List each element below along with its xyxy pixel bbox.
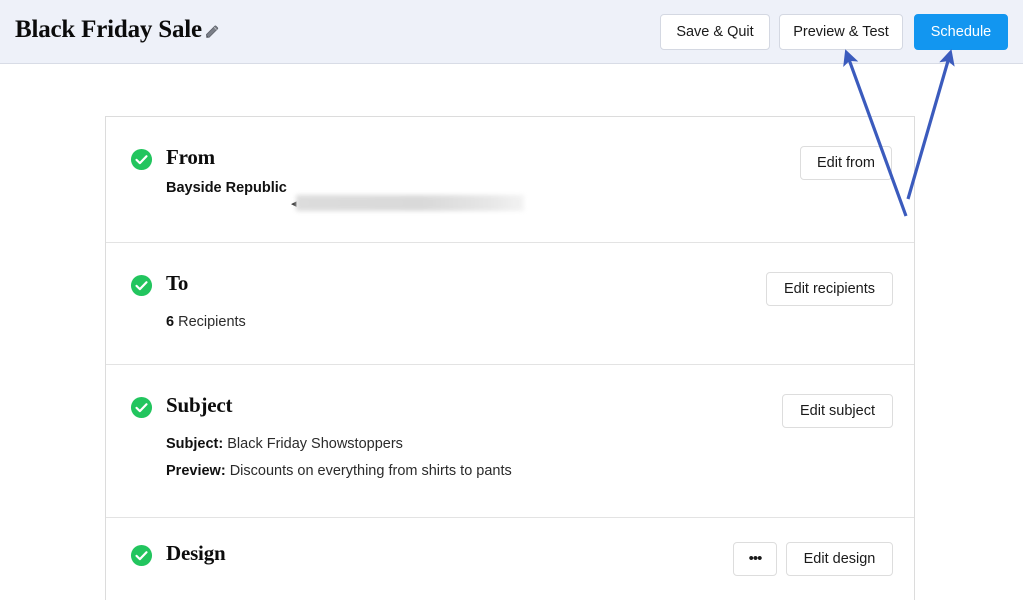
check-circle-icon bbox=[130, 544, 153, 567]
check-circle-icon bbox=[130, 274, 153, 297]
check-circle-icon bbox=[130, 148, 153, 171]
from-email-redaction bbox=[296, 195, 524, 211]
section-title-to: To bbox=[166, 271, 189, 295]
schedule-button[interactable]: Schedule bbox=[914, 14, 1008, 50]
preview-line: Preview: Discounts on everything from sh… bbox=[166, 463, 512, 479]
subject-details: Subject: Black Friday Showstoppers Previ… bbox=[106, 425, 914, 482]
to-details: 6 Recipients bbox=[106, 303, 914, 333]
preview-test-button[interactable]: Preview & Test bbox=[779, 14, 903, 50]
section-title-subject: Subject bbox=[166, 393, 233, 417]
checklist-section-from: From Edit from Bayside Republic ◂ bbox=[106, 117, 914, 243]
checklist-section-design: Design ••• Edit design bbox=[106, 518, 914, 600]
edit-recipients-button[interactable]: Edit recipients bbox=[766, 272, 893, 306]
edit-design-button[interactable]: Edit design bbox=[786, 542, 893, 576]
recipient-label: Recipients bbox=[178, 314, 246, 330]
from-sender-name: Bayside Republic bbox=[166, 180, 287, 196]
edit-subject-button[interactable]: Edit subject bbox=[782, 394, 893, 428]
preview-value: Discounts on everything from shirts to p… bbox=[229, 463, 512, 479]
recipient-count-line: 6 Recipients bbox=[166, 314, 246, 330]
save-quit-button[interactable]: Save & Quit bbox=[660, 14, 770, 50]
ellipsis-icon: ••• bbox=[748, 550, 763, 567]
checklist-section-to: To Edit recipients 6 Recipients bbox=[106, 243, 914, 365]
campaign-checklist-card: From Edit from Bayside Republic ◂ To Edi… bbox=[105, 116, 915, 600]
section-title-from: From bbox=[166, 145, 215, 169]
section-title-design: Design bbox=[166, 541, 226, 565]
edit-from-button[interactable]: Edit from bbox=[800, 146, 892, 180]
design-more-options-button[interactable]: ••• bbox=[733, 542, 777, 576]
subject-value: Black Friday Showstoppers bbox=[227, 436, 403, 452]
check-circle-icon bbox=[130, 396, 153, 419]
checklist-section-subject: Subject Edit subject Subject: Black Frid… bbox=[106, 365, 914, 518]
pencil-icon[interactable] bbox=[203, 23, 221, 41]
app-header: Black Friday Sale Save & Quit Preview & … bbox=[0, 0, 1023, 64]
page-title: Black Friday Sale bbox=[15, 16, 202, 43]
subject-line: Subject: Black Friday Showstoppers bbox=[166, 436, 403, 452]
